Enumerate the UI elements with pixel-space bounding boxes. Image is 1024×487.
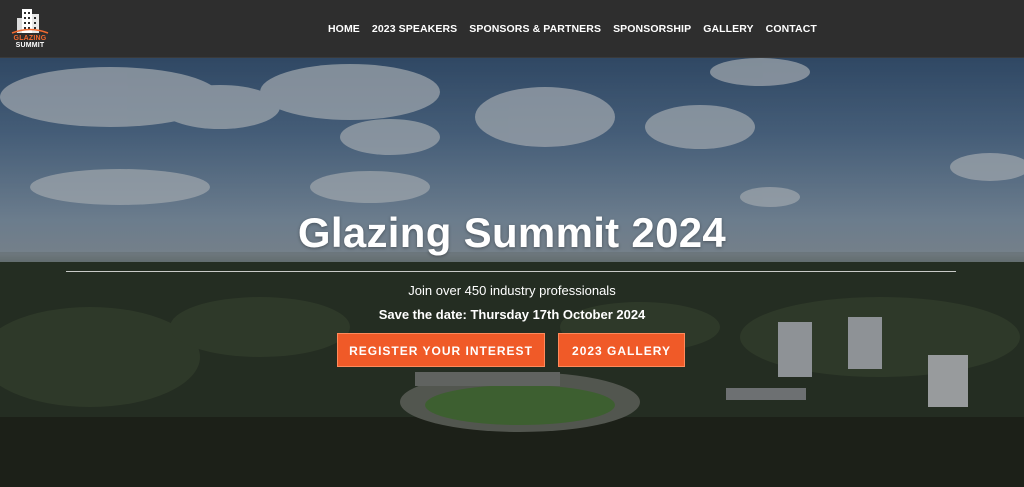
nav-sponsorship[interactable]: SPONSORSHIP [607, 23, 697, 35]
nav-contact[interactable]: CONTACT [760, 23, 823, 35]
logo-line-2: SUMMIT [15, 42, 45, 49]
register-interest-button[interactable]: REGISTER YOUR INTEREST [337, 333, 545, 367]
main-nav: HOME 2023 SPEAKERS SPONSORS & PARTNERS S… [322, 0, 823, 57]
site-logo[interactable]: GLAZING SUMMIT [8, 6, 52, 50]
nav-2023-speakers[interactable]: 2023 SPEAKERS [366, 23, 463, 35]
hero-divider [66, 271, 956, 272]
gallery-2023-button[interactable]: 2023 GALLERY [558, 333, 685, 367]
nav-sponsors-partners[interactable]: SPONSORS & PARTNERS [463, 23, 607, 35]
hero-subtitle: Join over 450 industry professionals [408, 283, 616, 298]
hero-content: Glazing Summit 2024 Join over 450 indust… [0, 57, 1024, 487]
nav-home[interactable]: HOME [322, 23, 366, 35]
nav-gallery[interactable]: GALLERY [697, 23, 759, 35]
site-header: GLAZING SUMMIT HOME 2023 SPEAKERS SPONSO… [0, 0, 1024, 58]
logo-line-1: GLAZING [13, 35, 47, 42]
page: GLAZING SUMMIT HOME 2023 SPEAKERS SPONSO… [0, 0, 1024, 487]
building-logo-icon [11, 9, 49, 34]
hero-section: Glazing Summit 2024 Join over 450 indust… [0, 57, 1024, 487]
hero-title: Glazing Summit 2024 [297, 209, 727, 256]
logo-wordmark: GLAZING SUMMIT [8, 35, 52, 49]
hero-save-the-date: Save the date: Thursday 17th October 202… [378, 307, 646, 322]
